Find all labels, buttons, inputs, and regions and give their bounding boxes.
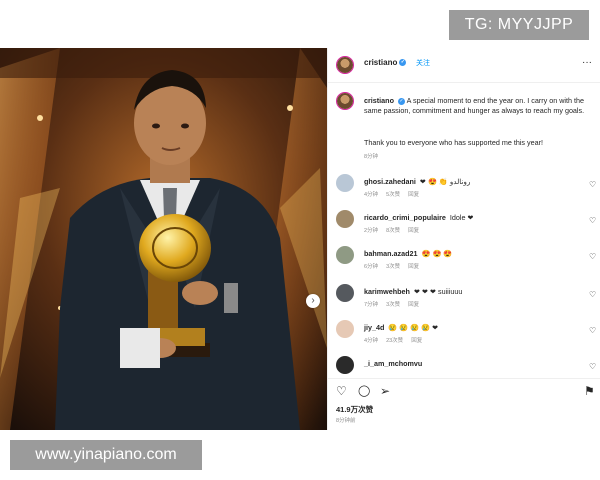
likes-count[interactable]: 41.9万次赞 xyxy=(336,404,373,415)
comment-item: _i_am_mchomvu ♡ xyxy=(328,356,600,376)
comment-likes[interactable]: 3次赞 xyxy=(386,302,400,308)
verified-badge-icon: ✓ xyxy=(397,97,405,105)
comment-like-heart-icon[interactable]: ♡ xyxy=(589,362,596,371)
comment-item: ricardo_crimi_populaire Idole ❤ 2分钟 8次赞 回复 … xyxy=(328,210,600,240)
comment-likes[interactable]: 3次赞 xyxy=(386,264,400,270)
reply-button[interactable]: 回复 xyxy=(408,302,419,308)
comment-like-heart-icon[interactable]: ♡ xyxy=(589,252,596,261)
comment-item: ghosi.zahedani ❤ 😍 👏 رونالدو 4分钟 5次赞 回复 ♡ xyxy=(328,174,600,204)
comment-likes[interactable]: 8次赞 xyxy=(386,228,400,234)
post-caption: cristiano ✓ A special moment to end the … xyxy=(364,96,589,115)
commenter-avatar[interactable] xyxy=(336,246,354,264)
comment-time: 6分钟 xyxy=(364,264,379,270)
post-photo[interactable]: › xyxy=(0,48,327,430)
comment-like-heart-icon[interactable]: ♡ xyxy=(589,216,596,225)
caption-text: A special moment to end the year on. I c… xyxy=(364,96,585,115)
commenter-username[interactable]: jiy_4d xyxy=(364,323,384,332)
commenter-username[interactable]: ricardo_crimi_populaire xyxy=(364,213,446,222)
reply-button[interactable]: 回复 xyxy=(408,264,419,270)
caption-avatar[interactable] xyxy=(336,92,354,110)
comment-like-heart-icon[interactable]: ♡ xyxy=(589,290,596,299)
bookmark-icon[interactable]: ⚑ xyxy=(584,385,595,397)
verified-badge-icon: ✓ xyxy=(399,59,407,67)
commenter-avatar[interactable] xyxy=(336,356,354,374)
like-heart-icon[interactable]: ♡ xyxy=(336,385,347,397)
watermark-bottom: www.yinapiano.com xyxy=(10,440,202,470)
comment-item: jiy_4d 😢 😢 😢 😢 ❤ 4分钟 23次赞 回复 ♡ xyxy=(328,320,600,350)
comment-icon[interactable]: ◯ xyxy=(358,385,370,397)
reply-button[interactable]: 回复 xyxy=(411,338,422,344)
reply-button[interactable]: 回复 xyxy=(408,228,419,234)
comment-likes[interactable]: 5次赞 xyxy=(386,192,400,198)
commenter-avatar[interactable] xyxy=(336,210,354,228)
comment-text: Idole ❤ xyxy=(449,213,474,222)
comment-like-heart-icon[interactable]: ♡ xyxy=(589,180,596,189)
follow-button[interactable]: 关注 xyxy=(416,58,430,68)
comment-text: ❤ 😍 👏 رونالدو xyxy=(419,177,471,186)
caption-username[interactable]: cristiano xyxy=(364,96,394,105)
next-photo-button[interactable]: › xyxy=(306,294,320,308)
watermark-top: TG: MYYJJPP xyxy=(449,10,589,40)
comment-time: 2分钟 xyxy=(364,228,379,234)
caption-timestamp: 8分钟 xyxy=(364,154,379,160)
comment-likes[interactable]: 23次赞 xyxy=(386,338,403,344)
comment-text: 😢 😢 😢 😢 ❤ xyxy=(388,323,439,332)
comment-time: 4分钟 xyxy=(364,338,379,344)
commenter-username[interactable]: ghosi.zahedani xyxy=(364,177,416,186)
caption-thanks: Thank you to everyone who has supported … xyxy=(364,138,543,147)
reply-button[interactable]: 回复 xyxy=(408,192,419,198)
share-icon[interactable]: ➢ xyxy=(380,385,390,397)
commenter-username[interactable]: _i_am_mchomvu xyxy=(364,359,422,368)
post-header: cristiano ✓ 关注 ··· xyxy=(328,48,600,83)
comment-time: 7分钟 xyxy=(364,302,379,308)
post-action-bar: ♡ ◯ ➢ ⚑ xyxy=(328,378,600,399)
commenter-username[interactable]: karimwehbeh xyxy=(364,287,410,296)
comment-like-heart-icon[interactable]: ♡ xyxy=(589,326,596,335)
comment-item: bahman.azad21 😍 😍 😍 6分钟 3次赞 回复 ♡ xyxy=(328,246,600,276)
commenter-avatar[interactable] xyxy=(336,174,354,192)
comment-item: karimwehbeh ❤ ❤ ❤ suiiiuuu 7分钟 3次赞 回复 ♡ xyxy=(328,284,600,314)
post-timestamp: 8分钟前 xyxy=(336,418,356,424)
author-username[interactable]: cristiano ✓ xyxy=(364,58,407,67)
commenter-avatar[interactable] xyxy=(336,284,354,302)
post-sidebar: cristiano ✓ 关注 ··· cristiano ✓ A special … xyxy=(327,48,600,430)
comment-time: 4分钟 xyxy=(364,192,379,198)
commenter-avatar[interactable] xyxy=(336,320,354,338)
comment-text: 😍 😍 😍 xyxy=(421,249,453,258)
commenter-username[interactable]: bahman.azad21 xyxy=(364,249,418,258)
author-avatar[interactable] xyxy=(336,56,354,74)
comment-text: ❤ ❤ ❤ suiiiuuu xyxy=(413,287,463,296)
more-options-icon[interactable]: ··· xyxy=(582,57,592,68)
trophy-photo-illustration xyxy=(0,48,327,430)
